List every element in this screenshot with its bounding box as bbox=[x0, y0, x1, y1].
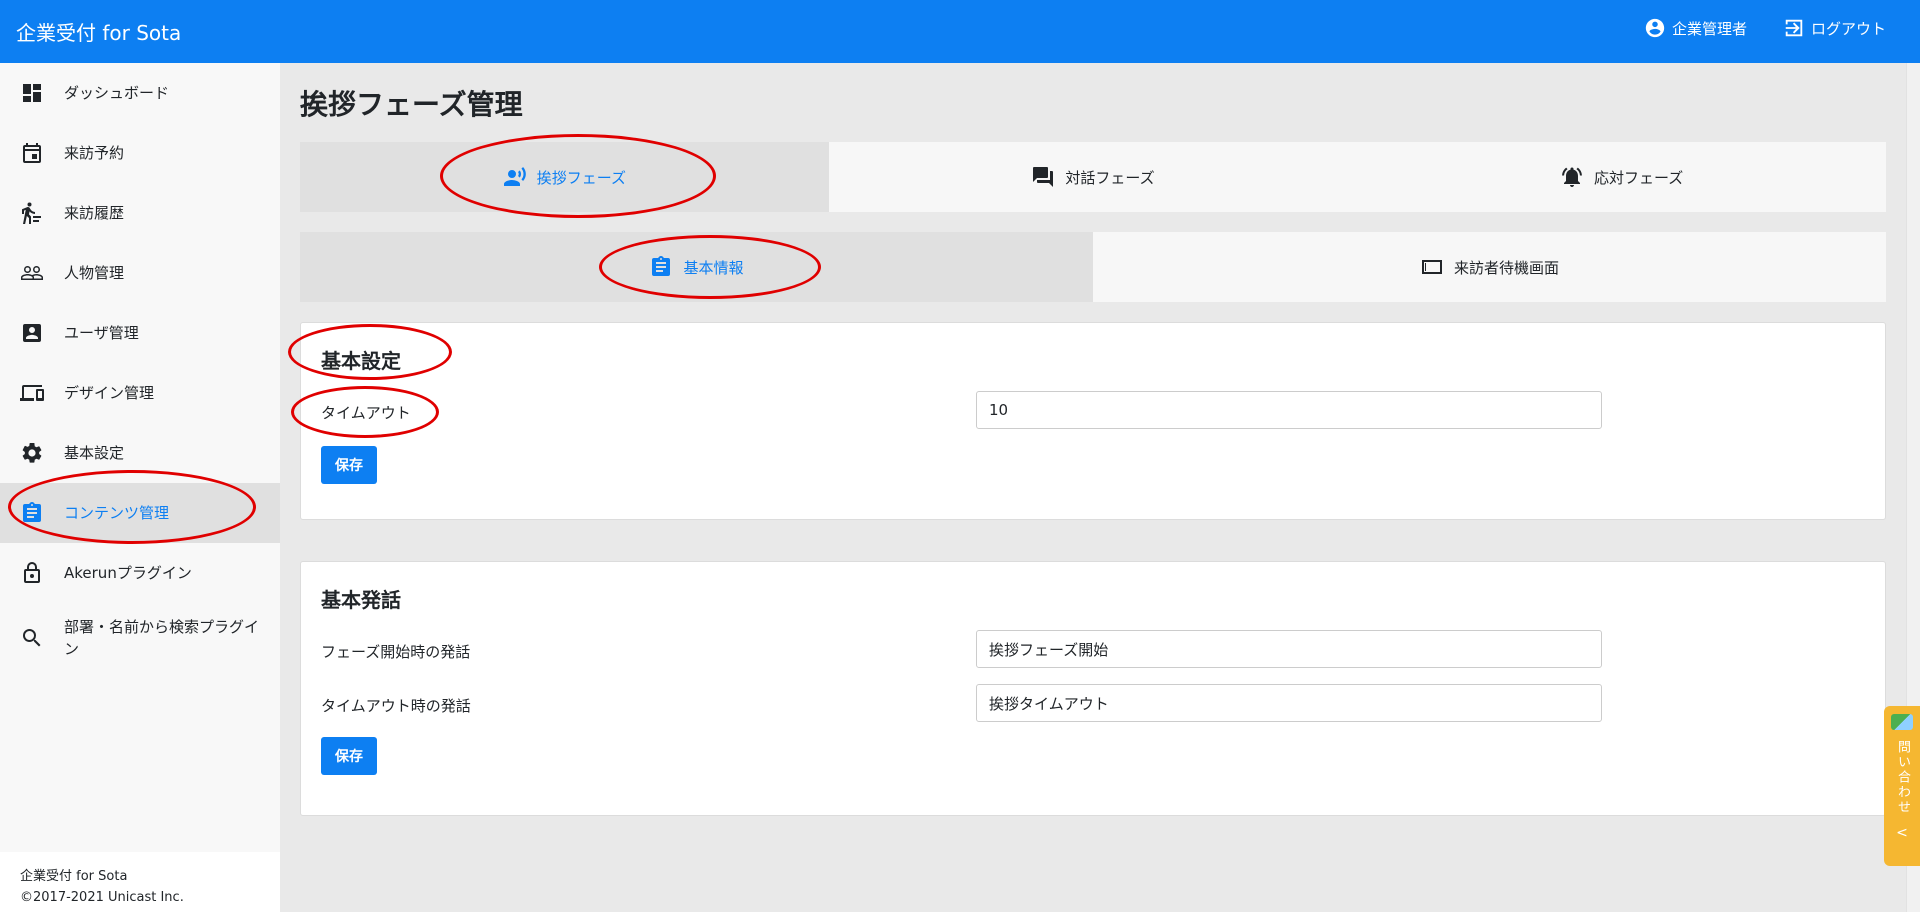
tab-dialogue-phase[interactable]: 対話フェーズ bbox=[829, 142, 1358, 212]
clipboard-icon bbox=[652, 256, 671, 276]
tab-label: 基本情報 bbox=[683, 258, 744, 277]
start-speech-label: フェーズ開始時の発話 bbox=[321, 643, 471, 661]
lock-icon bbox=[20, 561, 44, 585]
inquiry-icon bbox=[1891, 714, 1913, 730]
bell-icon bbox=[1562, 167, 1583, 187]
sidebar-item-akerun-plugin[interactable]: Akerunプラグイン bbox=[0, 543, 280, 603]
footer-product-name: 企業受付 for Sota bbox=[20, 869, 128, 884]
timeout-speech-input[interactable] bbox=[976, 684, 1602, 722]
sidebar-item-history[interactable]: 来訪履歴 bbox=[0, 183, 280, 243]
basic-speech-card: 基本発話 フェーズ開始時の発話 タイムアウト時の発話 保存 bbox=[300, 561, 1886, 816]
tab-visitor-waiting-screen[interactable]: 来訪者待機画面 bbox=[1093, 232, 1886, 302]
sidebar-item-label: デザイン管理 bbox=[64, 384, 155, 402]
sidebar-item-label: Akerunプラグイン bbox=[64, 564, 192, 582]
inquiry-tab[interactable]: 問い合わせ < bbox=[1884, 706, 1920, 866]
tab-response-phase[interactable]: 応対フェーズ bbox=[1357, 142, 1886, 212]
save-button[interactable]: 保存 bbox=[321, 737, 377, 775]
basic-settings-title: 基本設定 bbox=[321, 349, 401, 373]
user-menu[interactable]: 企業管理者 bbox=[1644, 17, 1747, 39]
sidebar-item-users[interactable]: ユーザ管理 bbox=[0, 303, 280, 363]
timeout-speech-label: タイムアウト時の発話 bbox=[321, 697, 471, 715]
inquiry-label: 問い合わせ bbox=[1895, 740, 1910, 815]
tab-greeting-phase[interactable]: 挨拶フェーズ bbox=[300, 142, 829, 212]
sidebar-footer: 企業受付 for Sota ©2017-2021 Unicast Inc. bbox=[0, 852, 280, 912]
basic-settings-card: 基本設定 タイムアウト 保存 bbox=[300, 322, 1886, 520]
tab-label: 対話フェーズ bbox=[1065, 168, 1155, 187]
dashboard-icon bbox=[20, 81, 44, 105]
tab-label: 来訪者待機画面 bbox=[1453, 258, 1559, 277]
top-right-menu: 企業管理者 ログアウト bbox=[1644, 0, 1886, 56]
logout-icon bbox=[1785, 19, 1803, 37]
sidebar-item-contents[interactable]: コンテンツ管理 bbox=[0, 483, 280, 543]
timeout-input[interactable] bbox=[976, 391, 1602, 429]
clipboard-icon bbox=[20, 501, 44, 525]
logout-button[interactable]: ログアウト bbox=[1783, 17, 1886, 39]
sidebar-item-reservations[interactable]: 来訪予約 bbox=[0, 123, 280, 183]
tab-label: 応対フェーズ bbox=[1594, 168, 1684, 187]
sidebar-item-label: ダッシュボード bbox=[64, 84, 170, 102]
sidebar-item-design[interactable]: デザイン管理 bbox=[0, 363, 280, 423]
sidebar-item-dashboard[interactable]: ダッシュボード bbox=[0, 63, 280, 123]
user-card-icon bbox=[20, 321, 44, 345]
brand-title[interactable]: 企業受付 for Sota bbox=[16, 0, 181, 63]
main-content: 挨拶フェーズ管理 挨拶フェーズ 対話フェーズ 応対フェーズ 基本情報 来訪者待機… bbox=[280, 63, 1900, 912]
sidebar-item-label: 基本設定 bbox=[64, 444, 125, 462]
page-title: 挨拶フェーズ管理 bbox=[300, 88, 523, 121]
sidebar-item-label: ユーザ管理 bbox=[64, 324, 139, 342]
sidebar-item-label: コンテンツ管理 bbox=[64, 504, 170, 522]
sidebar: ダッシュボード 来訪予約 来訪履歴 人物管理 ユーザ管理 デザイン管理 基本設定… bbox=[0, 63, 280, 912]
tab-label: 挨拶フェーズ bbox=[536, 168, 626, 187]
save-button[interactable]: 保存 bbox=[321, 446, 377, 484]
people-icon bbox=[20, 261, 44, 285]
sidebar-item-people[interactable]: 人物管理 bbox=[0, 243, 280, 303]
sidebar-item-label: 人物管理 bbox=[64, 264, 125, 282]
user-label: 企業管理者 bbox=[1671, 19, 1747, 38]
sidebar-item-settings[interactable]: 基本設定 bbox=[0, 423, 280, 483]
speaking-person-icon bbox=[503, 167, 526, 186]
phase-tabs: 挨拶フェーズ 対話フェーズ 応対フェーズ bbox=[300, 142, 1886, 212]
chevron-left-icon: < bbox=[1896, 825, 1908, 841]
devices-icon bbox=[20, 381, 44, 405]
tab-basic-info[interactable]: 基本情報 bbox=[300, 232, 1093, 302]
calendar-icon bbox=[20, 141, 44, 165]
sidebar-item-label: 来訪予約 bbox=[64, 144, 125, 162]
sidebar-item-search-plugin[interactable]: 部署・名前から検索プラグイン bbox=[0, 603, 280, 673]
start-speech-input[interactable] bbox=[976, 630, 1602, 668]
walking-person-icon bbox=[20, 201, 44, 225]
sidebar-item-label: 来訪履歴 bbox=[64, 204, 125, 222]
timeout-label: タイムアウト bbox=[321, 404, 411, 422]
account-circle-icon bbox=[1645, 18, 1665, 38]
search-icon bbox=[20, 626, 44, 650]
sub-tabs: 基本情報 来訪者待機画面 bbox=[300, 232, 1886, 302]
gear-icon bbox=[20, 441, 44, 465]
basic-speech-title: 基本発話 bbox=[321, 588, 401, 612]
screen-icon bbox=[1421, 260, 1442, 274]
sidebar-item-label: 部署・名前から検索プラグイン bbox=[64, 618, 260, 658]
top-navbar: 企業受付 for Sota 企業管理者 ログアウト bbox=[0, 0, 1920, 63]
footer-copyright: ©2017-2021 Unicast Inc. bbox=[20, 890, 184, 905]
chat-icon bbox=[1033, 167, 1054, 187]
logout-label: ログアウト bbox=[1810, 19, 1886, 38]
